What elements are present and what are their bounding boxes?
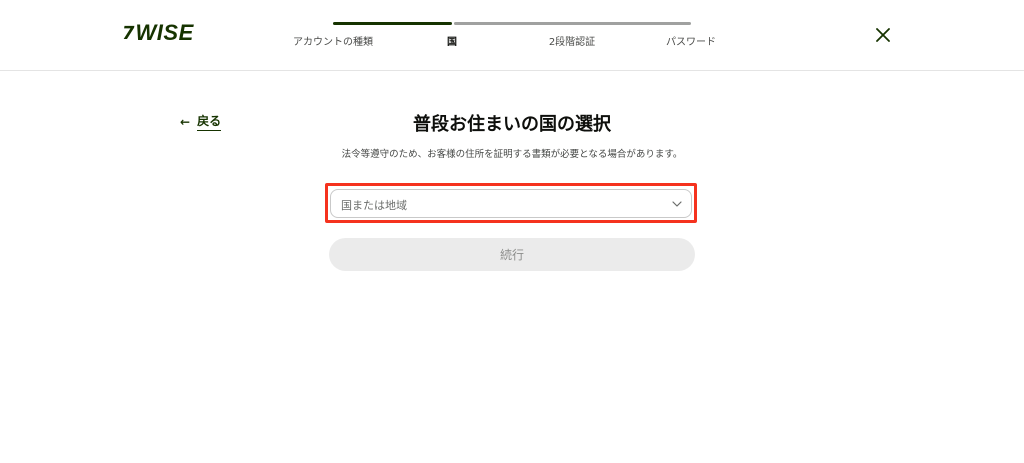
step-label-two-factor: 2段階認証 bbox=[548, 37, 596, 48]
continue-button[interactable]: 続行 bbox=[329, 238, 695, 271]
chevron-down-icon bbox=[672, 199, 682, 209]
country-select[interactable]: 国または地域 bbox=[330, 189, 692, 218]
wise-flag-icon: 7 bbox=[120, 22, 137, 44]
progress-stepper bbox=[333, 22, 691, 25]
stepper-progress-remaining bbox=[454, 22, 691, 25]
step-label-password: パスワード bbox=[666, 37, 716, 48]
step-label-account-type: アカウントの種類 bbox=[293, 37, 373, 48]
close-button[interactable] bbox=[874, 26, 892, 44]
country-select-placeholder: 国または地域 bbox=[341, 199, 407, 212]
wise-logo[interactable]: 7 WISE bbox=[120, 20, 194, 46]
page-title: 普段お住まいの国の選択 bbox=[413, 114, 611, 135]
step-label-country: 国 bbox=[447, 37, 457, 48]
close-icon bbox=[876, 28, 890, 42]
logo-text: WISE bbox=[135, 20, 194, 45]
top-header: 7 WISE アカウントの種類 国 2段階認証 パスワード bbox=[0, 0, 1024, 71]
stepper-progress-done bbox=[333, 22, 452, 25]
page-subtitle: 法令等遵守のため、お客様の住所を証明する書類が必要となる場合があります。 bbox=[341, 149, 683, 160]
